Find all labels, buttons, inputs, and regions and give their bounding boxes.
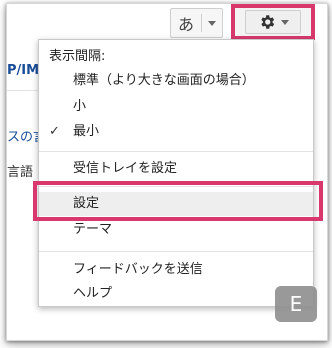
chevron-down-icon[interactable] — [202, 20, 222, 26]
display-density-heading-label: 表示間隔: — [49, 49, 106, 64]
checkmark-icon: ✓ — [49, 124, 60, 139]
settings-gear-button-inner[interactable] — [245, 10, 301, 34]
menu-item-label: フィードバックを送信 — [73, 262, 203, 277]
gear-icon — [260, 15, 274, 29]
menu-item-send-feedback[interactable]: フィードバックを送信 — [39, 258, 313, 282]
screenshot-frame: P/IMA スの言 言語 あ 表示間隔: 標準（より大きな画面の場合） 小 ✓ … — [6, 3, 328, 341]
menu-item-help[interactable]: ヘルプ — [39, 282, 313, 306]
menu-item-label: テーマ — [73, 222, 113, 237]
settings-dropdown-menu: 表示間隔: 標準（より大きな画面の場合） 小 ✓ 最小 受信トレイを設定 設定 … — [38, 39, 314, 307]
menu-item-themes[interactable]: テーマ — [39, 218, 313, 242]
menu-item-label: 受信トレイを設定 — [73, 161, 178, 176]
input-tools-button[interactable]: あ — [170, 8, 223, 38]
menu-item-label: 最小 — [73, 124, 100, 139]
corner-badge: E — [275, 286, 317, 322]
settings-highlight-box — [33, 181, 323, 221]
menu-item-density-comfortable[interactable]: 標準（より大きな画面の場合） — [39, 69, 313, 93]
display-density-heading: 表示間隔: — [39, 45, 313, 69]
menu-separator — [39, 151, 313, 152]
menu-item-label: ヘルプ — [73, 286, 113, 301]
input-tools-label: あ — [177, 15, 194, 34]
chevron-down-icon — [280, 19, 289, 25]
settings-gear-button[interactable] — [231, 4, 315, 40]
background-text: 言語 — [7, 165, 34, 180]
menu-item-label: 小 — [73, 99, 87, 114]
menu-separator — [39, 251, 313, 252]
menu-item-configure-inbox[interactable]: 受信トレイを設定 — [39, 157, 313, 181]
menu-item-density-cozy[interactable]: 小 — [39, 95, 313, 119]
menu-item-density-compact[interactable]: ✓ 最小 — [39, 120, 313, 144]
menu-item-label: 標準（より大きな画面の場合） — [73, 73, 255, 88]
